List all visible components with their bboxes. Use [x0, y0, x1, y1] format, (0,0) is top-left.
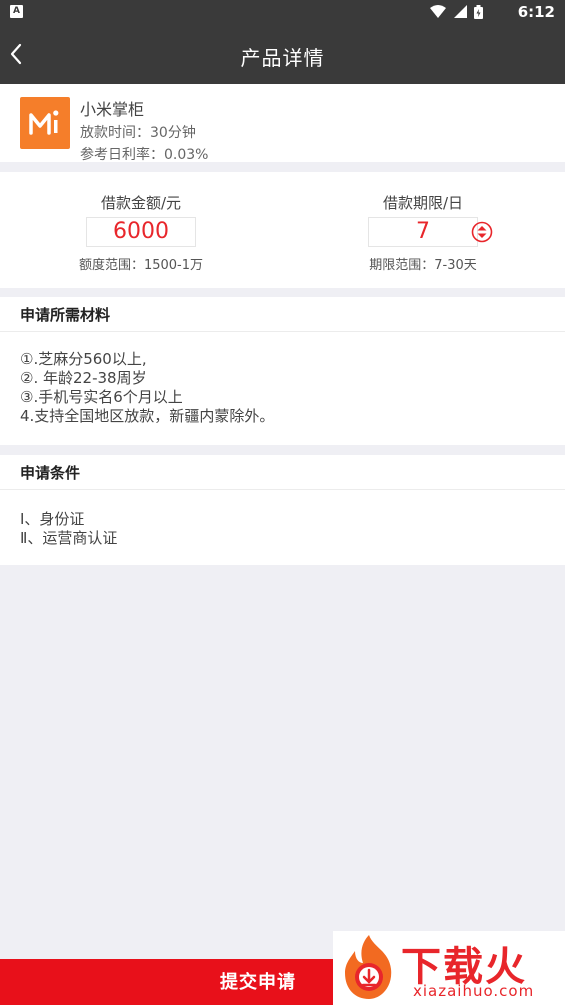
- up-down-circle-icon: [471, 221, 493, 243]
- cell-signal-icon: [453, 5, 467, 18]
- product-detail-page: A 6:12 产品详情 小米掌柜 放款时间：30分钟 参考日利率：0.03% 借…: [0, 0, 565, 1005]
- list-item: 4.支持全国地区放款，新疆内蒙除外。: [20, 407, 275, 425]
- list-item: ①.芝麻分560以上,: [20, 350, 147, 368]
- list-item: ②. 年龄22-38周岁: [20, 369, 147, 387]
- loan-term-input[interactable]: 7: [368, 217, 478, 247]
- mi-logo-icon: [29, 110, 59, 135]
- status-icons: [427, 5, 483, 19]
- app-bar: 产品详情: [0, 24, 565, 84]
- battery-charging-icon: [474, 5, 483, 19]
- page-title: 产品详情: [240, 46, 325, 70]
- loan-term-range: 期限范围：7-30天: [369, 258, 477, 273]
- watermark: 下载火 xiazaihuo.com: [333, 931, 565, 1005]
- submit-application-button[interactable]: 提交申请: [220, 968, 296, 994]
- notification-icon: A: [10, 5, 23, 18]
- materials-title: 申请所需材料: [0, 297, 565, 332]
- loan-term-label: 借款期限/日: [382, 194, 464, 212]
- loan-amount-input[interactable]: 6000: [86, 217, 196, 247]
- list-item: Ⅰ、身份证: [20, 510, 85, 528]
- loan-amount-range: 额度范围：1500-1万: [78, 258, 204, 273]
- product-card[interactable]: 小米掌柜 放款时间：30分钟 参考日利率：0.03%: [0, 84, 565, 162]
- term-stepper-button[interactable]: [471, 221, 493, 243]
- loan-time-text: 放款时间：30分钟: [80, 125, 196, 141]
- list-item: Ⅱ、运营商认证: [20, 529, 118, 547]
- product-name: 小米掌柜: [80, 100, 145, 119]
- status-bar: A 6:12: [0, 0, 565, 24]
- daily-rate-text: 参考日利率：0.03%: [80, 147, 209, 162]
- flame-download-icon: [345, 935, 392, 999]
- conditions-list: Ⅰ、身份证 Ⅱ、运营商认证: [0, 490, 565, 548]
- list-item: ③.手机号实名6个月以上: [20, 388, 183, 406]
- product-logo: [20, 97, 70, 149]
- conditions-title: 申请条件: [0, 455, 565, 490]
- wifi-icon: [430, 5, 447, 18]
- materials-section: 申请所需材料 ①.芝麻分560以上, ②. 年龄22-38周岁 ③.手机号实名6…: [0, 297, 565, 445]
- loan-amount-label: 借款金额/元: [100, 194, 182, 212]
- watermark-url: xiazaihuo.com: [413, 982, 535, 1000]
- conditions-section: 申请条件 Ⅰ、身份证 Ⅱ、运营商认证: [0, 455, 565, 565]
- status-time: 6:12: [517, 3, 555, 21]
- materials-list: ①.芝麻分560以上, ②. 年龄22-38周岁 ③.手机号实名6个月以上 4.…: [0, 332, 565, 426]
